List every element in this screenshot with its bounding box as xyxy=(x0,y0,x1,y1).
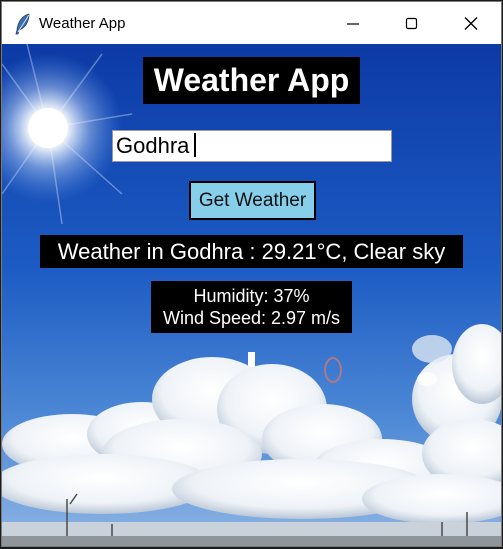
maximize-icon xyxy=(405,17,418,30)
window-title: Weather App xyxy=(39,15,126,32)
weather-result-label: Weather in Godhra : 29.21°C, Clear sky xyxy=(40,235,463,268)
close-icon xyxy=(464,17,478,30)
minimize-button[interactable] xyxy=(324,2,382,44)
app-window: Weather App Weather App Godhra Get Weath… xyxy=(1,1,502,547)
app-content: Weather App Godhra Get Weather Weather i… xyxy=(2,44,501,546)
title-bar[interactable]: Weather App xyxy=(2,2,501,44)
get-weather-button[interactable]: Get Weather xyxy=(189,181,316,220)
humidity-text: Humidity: 37% xyxy=(193,286,310,306)
maximize-button[interactable] xyxy=(383,2,441,44)
close-button[interactable] xyxy=(442,2,500,44)
weather-details-label: Humidity: 37% Wind Speed: 2.97 m/s xyxy=(151,281,352,333)
city-input-value: Godhra xyxy=(116,133,190,158)
app-heading: Weather App xyxy=(143,57,360,104)
minimize-icon xyxy=(347,23,359,25)
city-input[interactable]: Godhra xyxy=(112,130,392,162)
feather-icon xyxy=(14,13,32,35)
wind-speed-text: Wind Speed: 2.97 m/s xyxy=(162,308,341,328)
text-cursor xyxy=(194,133,197,158)
